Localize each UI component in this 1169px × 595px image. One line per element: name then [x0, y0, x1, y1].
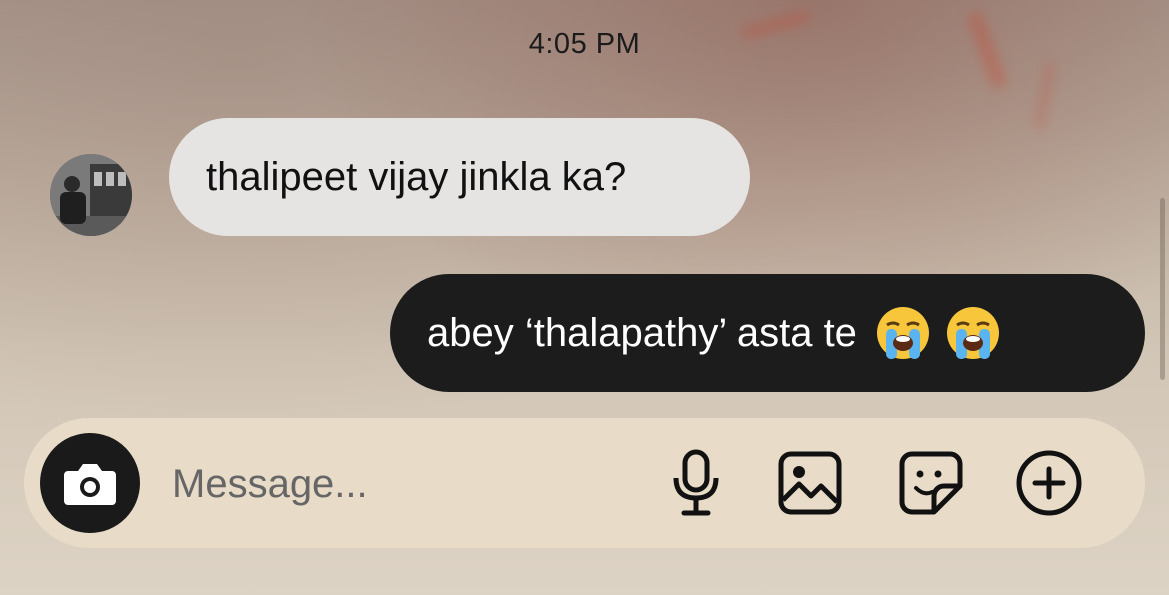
avatar[interactable] — [50, 154, 132, 236]
message-input[interactable] — [170, 458, 594, 510]
scrollbar[interactable] — [1160, 198, 1165, 380]
background-streak — [1033, 59, 1057, 131]
gallery-icon — [778, 451, 842, 515]
add-button[interactable] — [1014, 448, 1084, 518]
camera-button[interactable] — [40, 433, 140, 533]
sticker-icon — [899, 451, 963, 515]
microphone-icon — [673, 449, 719, 516]
gallery-button[interactable] — [775, 448, 845, 518]
message-composer — [24, 418, 1145, 548]
message-timestamp: 4:05 PM — [528, 28, 641, 60]
camera-icon — [64, 464, 116, 505]
message-text: abey ‘thalapathy’ asta te — [427, 310, 857, 355]
loudly-crying-face-icon — [876, 307, 929, 359]
add-icon — [1016, 450, 1082, 516]
loudly-crying-face-icon — [946, 307, 999, 359]
message-text: thalipeet vijay jinkla ka? — [206, 154, 627, 199]
outgoing-message-bubble[interactable]: abey ‘thalapathy’ asta te — [390, 274, 1145, 392]
microphone-button[interactable] — [661, 448, 731, 518]
sticker-button[interactable] — [896, 448, 966, 518]
incoming-message-bubble[interactable]: thalipeet vijay jinkla ka? — [169, 118, 750, 236]
